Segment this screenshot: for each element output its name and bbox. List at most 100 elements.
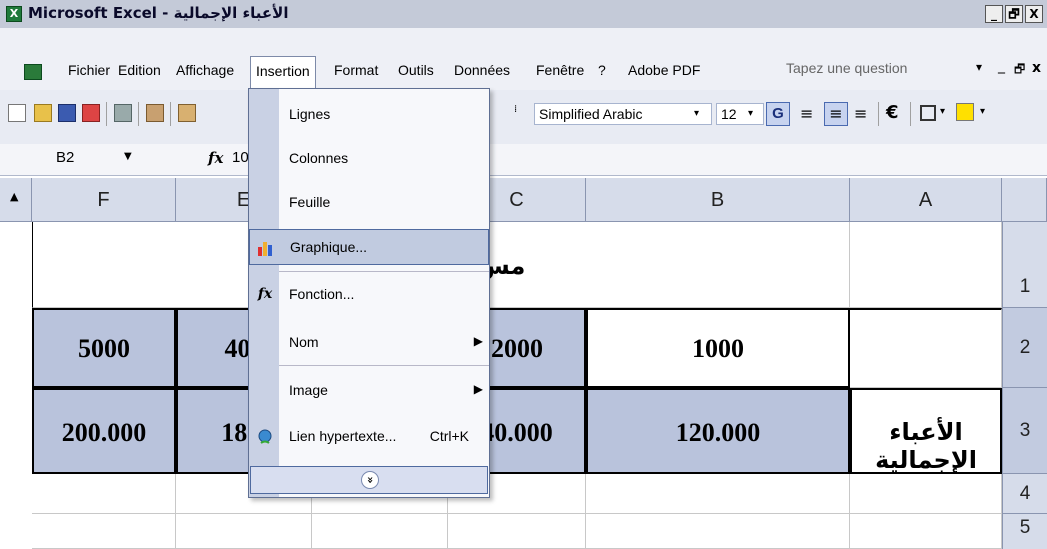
workbook-icon[interactable]: [24, 64, 42, 80]
menu-item-graphique[interactable]: Graphique...: [249, 229, 489, 265]
ask-dropdown-icon[interactable]: ▾: [976, 60, 982, 74]
cell-f3-text: 200.000: [61, 418, 147, 447]
menu-item-fonction[interactable]: fx Fonction...: [249, 277, 489, 313]
cell-a1[interactable]: [850, 222, 1002, 308]
cell-b2-text: 1000: [692, 334, 744, 363]
align-center-icon[interactable]: ≡: [824, 102, 848, 126]
align-left-icon[interactable]: ≡: [800, 104, 813, 123]
mdi-close-button[interactable]: x: [1032, 60, 1041, 76]
toolbar-separator: [878, 102, 879, 126]
font-dropdown-icon[interactable]: ▾: [694, 108, 699, 119]
row-header-3[interactable]: 3: [1002, 388, 1047, 474]
research-icon[interactable]: [146, 104, 164, 122]
cell-a5[interactable]: [850, 514, 1002, 549]
menu-item-label: Lignes: [289, 106, 331, 122]
paste-icon[interactable]: [178, 104, 196, 122]
cell-f4[interactable]: [32, 474, 176, 514]
menu-item-colonnes[interactable]: Colonnes: [249, 141, 489, 177]
chart-icon: [257, 239, 275, 257]
toolbar-grip-icon[interactable]: ⁞: [514, 104, 522, 128]
menu-item-lignes[interactable]: Lignes: [249, 97, 489, 133]
submenu-arrow-icon: ▶: [473, 334, 483, 348]
menu-item-shortcut: Ctrl+K: [429, 428, 469, 444]
menu-separator: [279, 365, 489, 366]
menu-item-label: Nom: [289, 334, 319, 350]
menu-adobe-pdf[interactable]: Adobe PDF: [628, 62, 700, 78]
font-size-select[interactable]: 12: [716, 103, 764, 125]
formula-value[interactable]: 10: [232, 149, 249, 166]
menu-outils[interactable]: Outils: [398, 62, 434, 78]
cell-a3[interactable]: الأعباء الإجمالية: [850, 388, 1002, 474]
cell-b2[interactable]: 1000: [586, 308, 850, 388]
fill-color-icon[interactable]: [956, 103, 974, 121]
row-header-5[interactable]: 5: [1002, 514, 1047, 549]
excel-icon: X: [6, 6, 22, 22]
formula-strip: [0, 144, 1047, 176]
cell-a2[interactable]: [850, 308, 1002, 388]
cell-b3[interactable]: 120.000: [586, 388, 850, 474]
size-dropdown-icon[interactable]: ▾: [748, 108, 753, 119]
toolbar-separator: [138, 102, 139, 126]
menu-item-nom[interactable]: Nom ▶: [249, 325, 489, 361]
menu-expand-button[interactable]: »: [250, 466, 488, 494]
euro-icon[interactable]: €: [886, 102, 899, 123]
menu-separator: [279, 271, 489, 272]
font-name-select[interactable]: Simplified Arabic: [534, 103, 712, 125]
menu-item-label: Fonction...: [289, 286, 355, 302]
column-header-a[interactable]: A: [850, 178, 1002, 222]
minimize-button[interactable]: _: [985, 5, 1003, 23]
cell-f2[interactable]: 5000: [32, 308, 176, 388]
name-box-dropdown-icon[interactable]: ▼: [124, 151, 132, 162]
bold-button[interactable]: G: [766, 102, 790, 126]
toolbar-separator: [910, 102, 911, 126]
cell-b4[interactable]: [586, 474, 850, 514]
borders-dropdown-icon[interactable]: ▾: [940, 106, 945, 117]
fill-dropdown-icon[interactable]: ▾: [980, 106, 985, 117]
row-header-4[interactable]: 4: [1002, 474, 1047, 514]
ask-question-input[interactable]: Tapez une question: [786, 60, 964, 82]
save-icon[interactable]: [58, 104, 76, 122]
cell-b3-text: 120.000: [675, 418, 761, 447]
menu-fenetre[interactable]: Fenêtre: [536, 62, 584, 78]
scroll-up-icon[interactable]: ▲: [0, 178, 32, 222]
open-icon[interactable]: [34, 104, 52, 122]
close-button[interactable]: X: [1025, 5, 1043, 23]
cell-f3[interactable]: 200.000: [32, 388, 176, 474]
mdi-minimize-button[interactable]: _: [998, 58, 1005, 74]
cell-c5[interactable]: [448, 514, 586, 549]
mdi-restore-button[interactable]: 🗗: [1014, 60, 1025, 81]
new-icon[interactable]: [8, 104, 26, 122]
menu-item-feuille[interactable]: Feuille: [249, 185, 489, 221]
menu-format[interactable]: Format: [334, 62, 378, 78]
column-header-b[interactable]: B: [586, 178, 850, 222]
menu-edition[interactable]: Edition: [118, 62, 161, 78]
window-title: Microsoft Excel - الأعباء الإجمالية: [28, 4, 289, 22]
name-box[interactable]: B2: [56, 149, 74, 166]
restore-button[interactable]: 🗗: [1005, 5, 1023, 23]
column-header-f[interactable]: F: [32, 178, 176, 222]
hyperlink-globe-icon: [256, 428, 274, 446]
permission-icon[interactable]: [82, 104, 100, 122]
align-right-icon[interactable]: ≡: [854, 104, 867, 123]
cell-a3-text: الأعباء الإجمالية: [875, 418, 977, 474]
menu-fichier[interactable]: Fichier: [68, 62, 110, 78]
print-icon[interactable]: [114, 104, 132, 122]
menu-insertion[interactable]: Insertion: [250, 56, 316, 90]
menu-donnees[interactable]: Données: [454, 62, 510, 78]
cell-f5[interactable]: [32, 514, 176, 549]
cell-d5[interactable]: [312, 514, 448, 549]
cell-a4[interactable]: [850, 474, 1002, 514]
menu-item-image[interactable]: Image ▶: [249, 373, 489, 409]
cell-b5[interactable]: [586, 514, 850, 549]
menu-item-lien-hypertexte[interactable]: Lien hypertexte... Ctrl+K: [249, 419, 489, 455]
menu-item-label: Feuille: [289, 194, 331, 210]
cell-e5[interactable]: [176, 514, 312, 549]
insert-function-icon[interactable]: fx: [208, 149, 223, 167]
menu-affichage[interactable]: Affichage: [176, 62, 234, 78]
standard-toolbar: ⁞ G ≡ ≡ ≡ € ▾ ▾: [0, 92, 1047, 142]
borders-icon[interactable]: [920, 105, 936, 121]
menu-help[interactable]: ?: [598, 62, 606, 78]
row-header-2[interactable]: 2: [1002, 308, 1047, 388]
row-header-1[interactable]: 1: [1002, 222, 1047, 308]
toolbar-separator: [106, 102, 107, 126]
